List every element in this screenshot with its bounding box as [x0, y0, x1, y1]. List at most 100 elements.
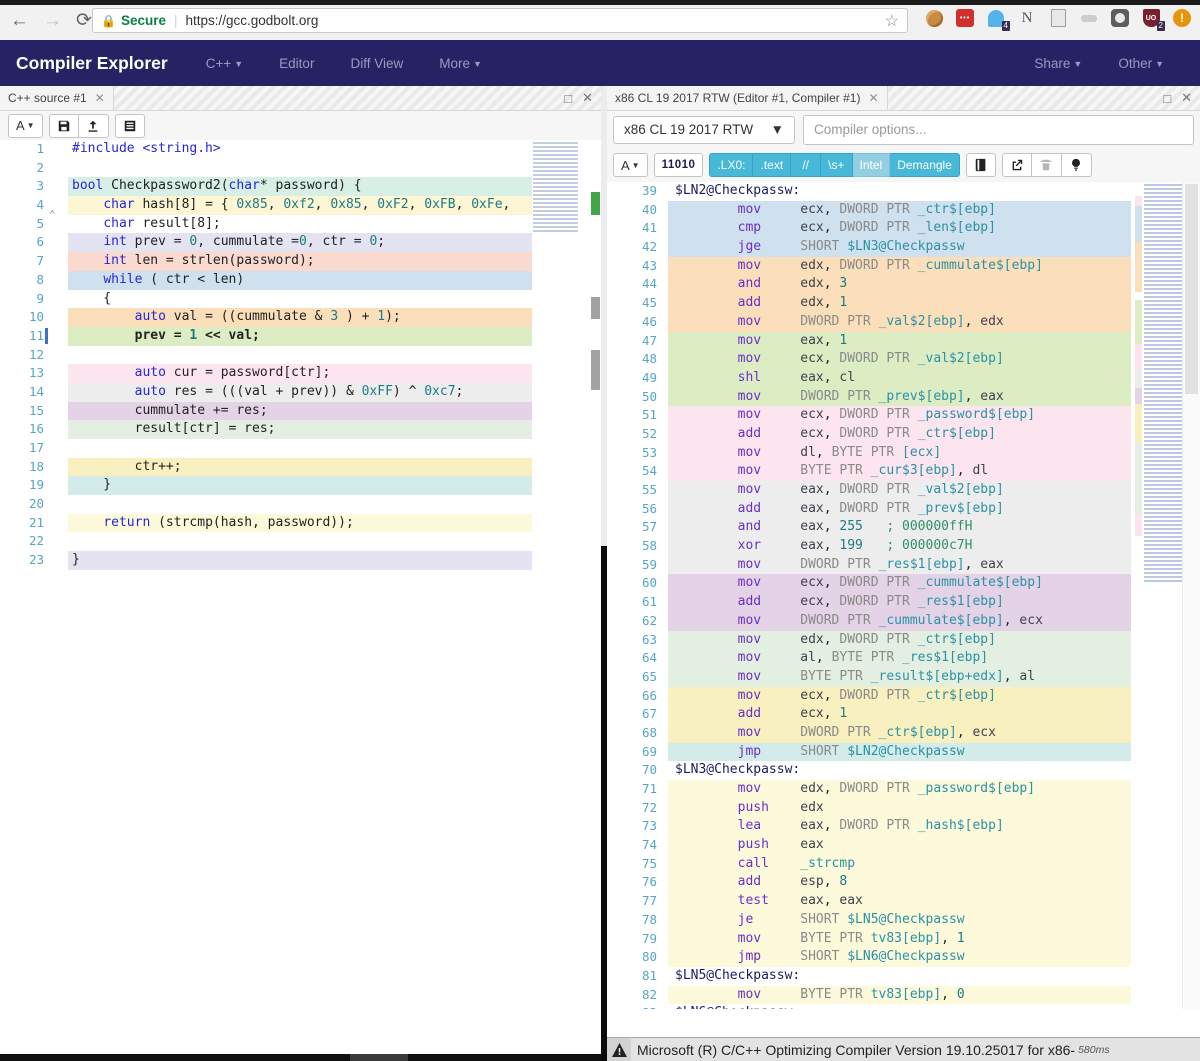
libraries-button[interactable] — [966, 153, 996, 177]
ghost-extension-icon[interactable]: 4 — [986, 8, 1006, 28]
template-button[interactable] — [115, 114, 145, 138]
source-minimap[interactable] — [533, 142, 578, 234]
line-content: } — [68, 551, 532, 570]
line-content: mov edx, DWORD PTR _cummulate$[ebp] — [668, 257, 1131, 276]
source-editor[interactable]: 1#include <string.h>23bool Checkpassword… — [0, 140, 601, 1026]
asm-editor[interactable]: 39$LN2@Checkpassw:40 mov ecx, DWORD PTR … — [607, 182, 1200, 1009]
close-pane-icon[interactable]: ✕ — [582, 90, 593, 106]
dark-extension-icon[interactable] — [1110, 8, 1130, 28]
maximize-pane-icon[interactable]: □ — [564, 91, 572, 106]
font-size-button[interactable]: A▼ — [8, 114, 43, 138]
scrollbar-thumb[interactable] — [350, 1054, 408, 1061]
line-number: 2 — [0, 159, 44, 178]
line-content: jmp SHORT $LN2@Checkpassw — [668, 743, 1131, 762]
asm-minimap[interactable] — [1135, 184, 1183, 584]
line-number: 16 — [0, 420, 44, 439]
close-pane-icon[interactable]: ✕ — [1181, 90, 1192, 106]
line-content: mov BYTE PTR tv83[ebp], 1 — [668, 930, 1131, 949]
forward-button-icon[interactable]: → — [43, 10, 62, 32]
compiler-version-text: Microsoft (R) C/C++ Optimizing Compiler … — [637, 1042, 1075, 1058]
nav-item-other[interactable]: Other▼ — [1118, 56, 1164, 71]
overview-ruler[interactable] — [578, 140, 601, 1026]
compiler-tab-close-icon[interactable]: ✕ — [868, 91, 878, 105]
fold-chevron-icon[interactable]: ⌃ — [49, 206, 56, 225]
line-number: 77 — [607, 892, 657, 911]
filter-button-lx0[interactable]: .LX0: — [709, 153, 753, 177]
nav-item-more[interactable]: More▼ — [439, 56, 482, 71]
warning-button[interactable] — [607, 1038, 631, 1061]
line-number: 64 — [607, 649, 657, 668]
line-content: add eax, DWORD PTR _prev$[ebp] — [668, 500, 1131, 519]
code-line: 45 add edx, 1 — [607, 294, 1200, 313]
save-button[interactable] — [49, 114, 79, 138]
code-line: 65 mov BYTE PTR _result$[ebp+edx], al — [607, 668, 1200, 687]
horizontal-scrollbar[interactable] — [0, 1054, 601, 1061]
site-brand[interactable]: Compiler Explorer — [16, 53, 168, 74]
asm-scrollbar[interactable] — [1182, 182, 1200, 1009]
code-line: 16 result[ctr] = res; — [0, 420, 601, 439]
line-content: add esp, 8 — [668, 873, 1131, 892]
notion-extension-icon[interactable]: N — [1017, 8, 1037, 28]
pill-extension-icon[interactable] — [1079, 8, 1099, 28]
ghost-extension-badge: 4 — [1002, 21, 1010, 31]
line-number: 53 — [607, 444, 657, 463]
document-extension-icon[interactable] — [1048, 8, 1068, 28]
code-line: 63 mov edx, DWORD PTR _ctr$[ebp] — [607, 631, 1200, 650]
line-content: auto res = (((val + prev)) & 0xFF) ^ 0xc… — [68, 383, 532, 402]
delete-button[interactable] — [1032, 153, 1062, 177]
upload-icon — [86, 119, 100, 133]
code-line: 10 auto val = ((cummulate & 3 ) + 1); — [0, 308, 601, 327]
source-tab-close-icon[interactable]: ✕ — [95, 91, 105, 105]
binary-toggle-button[interactable]: 11010 — [654, 153, 704, 177]
password-manager-extension-icon[interactable]: ••• — [955, 8, 975, 28]
line-content: mov al, BYTE PTR _res$1[ebp] — [668, 649, 1131, 668]
line-content: int prev = 0, cummulate =0, ctr = 0; — [68, 233, 532, 252]
code-line: 20 — [0, 495, 601, 514]
filter-button-text[interactable]: .text — [753, 153, 791, 177]
compiler-tab[interactable]: x86 CL 19 2017 RTW (Editor #1, Compiler … — [607, 86, 888, 110]
line-content: mov ecx, DWORD PTR _ctr$[ebp] — [668, 687, 1131, 706]
nav-item-editor[interactable]: Editor — [279, 56, 314, 71]
filter-button-intel[interactable]: Intel — [853, 153, 891, 177]
load-button[interactable] — [79, 114, 109, 138]
source-tab-title: C++ source #1 — [8, 91, 87, 105]
code-line: 51 mov ecx, DWORD PTR _password$[ebp] — [607, 406, 1200, 425]
list-icon — [123, 119, 137, 133]
line-content: push edx — [668, 799, 1131, 818]
back-button-icon[interactable]: ← — [10, 10, 29, 32]
code-line: 60 mov ecx, DWORD PTR _cummulate$[ebp] — [607, 574, 1200, 593]
alert-extension-icon[interactable]: ! — [1172, 8, 1192, 28]
maximize-pane-icon[interactable]: □ — [1163, 91, 1171, 106]
compiler-options-input[interactable] — [803, 115, 1194, 145]
shield-extension-icon[interactable]: UO 2 — [1141, 8, 1161, 28]
nav-item-c-[interactable]: C++▼ — [206, 56, 243, 71]
compiler-explorer-window: ← → ⟳ 🔒 Secure | https://gcc.godbolt.org… — [0, 0, 1200, 1061]
line-number: 3 — [0, 177, 44, 196]
line-number: 46 — [607, 313, 657, 332]
line-content: auto val = ((cummulate & 3 ) + 1); — [68, 308, 532, 327]
code-line: 2 — [0, 159, 601, 178]
reload-button-icon[interactable]: ⟳ — [76, 9, 92, 32]
bookmark-star-icon[interactable]: ☆ — [885, 11, 899, 31]
ideas-button[interactable] — [1062, 153, 1092, 177]
font-size-button[interactable]: A▼ — [613, 153, 648, 177]
filter-button-demangle[interactable]: Demangle — [890, 153, 960, 177]
filter-button-s[interactable]: \s+ — [821, 153, 852, 177]
open-external-button[interactable] — [1002, 153, 1032, 177]
source-tab[interactable]: C++ source #1 ✕ — [0, 86, 114, 110]
nav-item-share[interactable]: Share▼ — [1034, 56, 1082, 71]
code-line: 3bool Checkpassword2(char* password) { — [0, 177, 601, 196]
address-bar[interactable]: 🔒 Secure | https://gcc.godbolt.org ☆ — [92, 8, 908, 33]
code-line: 43 mov edx, DWORD PTR _cummulate$[ebp] — [607, 257, 1200, 276]
code-line: 9 { — [0, 290, 601, 309]
cookie-extension-icon[interactable] — [924, 8, 944, 28]
code-line: 1#include <string.h> — [0, 140, 601, 159]
asm-scrollbar-thumb[interactable] — [1185, 184, 1198, 394]
compiler-picker[interactable]: x86 CL 19 2017 RTW▼ — [613, 116, 795, 144]
book-icon — [974, 158, 988, 172]
nav-item-diff-view[interactable]: Diff View — [350, 56, 403, 71]
line-content: and edx, 3 — [668, 275, 1131, 294]
line-content: mov DWORD PTR _val$2[ebp], edx — [668, 313, 1131, 332]
code-line: 68 mov DWORD PTR _ctr$[ebp], ecx — [607, 724, 1200, 743]
filter-button-[interactable]: // — [791, 153, 821, 177]
